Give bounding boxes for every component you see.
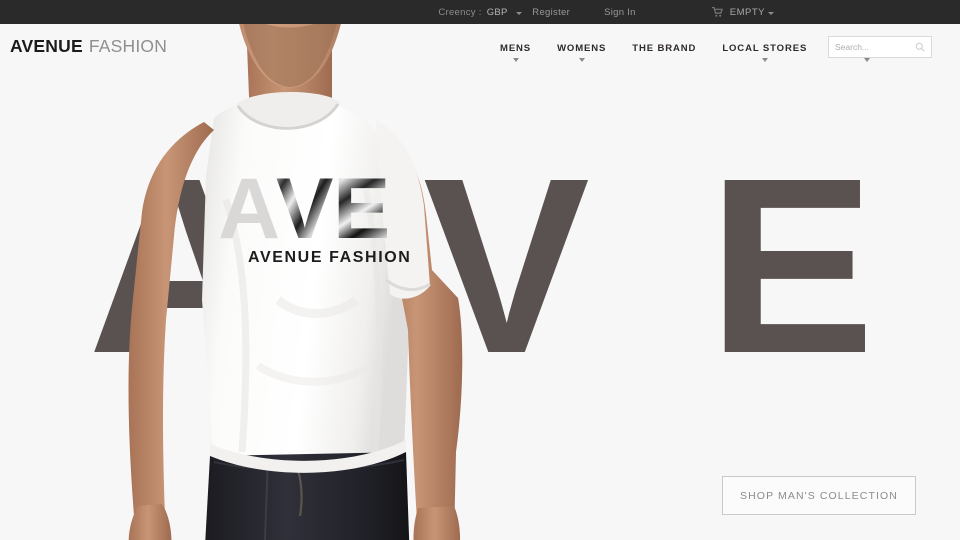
search-box[interactable] — [828, 36, 932, 58]
currency-label: Creency : — [438, 6, 482, 18]
top-right-links: Register Sign In EMPTY — [532, 0, 960, 24]
cart-widget[interactable]: EMPTY — [711, 6, 774, 18]
nav-item-mens[interactable]: MENS — [500, 43, 531, 62]
nav-label: WOMENS — [557, 43, 607, 54]
tshirt-letter-v: V — [276, 161, 335, 257]
nav-item-the-brand[interactable]: THE BRAND — [632, 43, 696, 62]
page-root: Creency : GBP Register Sign In EMPTY A V… — [0, 0, 960, 540]
shop-collection-label: SHOP MAN'S COLLECTION — [740, 489, 898, 502]
big-letter-e: E — [708, 170, 875, 380]
chevron-down-icon — [761, 58, 768, 62]
tshirt-letter-a: A — [218, 161, 282, 257]
chevron-down-icon — [515, 11, 522, 15]
signin-link[interactable]: Sign In — [604, 7, 636, 18]
logo-secondary: FASHION — [88, 36, 168, 56]
tshirt-caption: AVENUE FASHION — [248, 249, 411, 266]
search-icon[interactable] — [915, 42, 925, 52]
currency-value: GBP — [486, 6, 508, 18]
shopping-cart-icon — [711, 7, 723, 17]
hero-model-image: A V E AVENUE FASHION — [118, 24, 468, 540]
chevron-down-icon — [578, 58, 585, 62]
nav-label: MENS — [500, 43, 532, 54]
nav-label: THE BRAND — [632, 43, 697, 54]
logo-primary: AVENUE — [10, 36, 83, 56]
register-link[interactable]: Register — [532, 7, 570, 18]
chevron-down-icon — [512, 58, 519, 62]
tshirt-letter-e: E — [333, 161, 390, 257]
tshirt-graphic: A V E AVENUE FASHION — [218, 161, 411, 266]
site-header: AVENUE FASHION MENS WOMENS THE BRAND LOCA… — [0, 24, 960, 76]
hero-banner: A V E A V E AVENUE FASHION SHOP MAN'S CO… — [0, 24, 960, 540]
site-logo[interactable]: AVENUE FASHION — [10, 36, 167, 57]
chevron-down-icon — [863, 58, 870, 62]
nav-item-local-stores[interactable]: LOCAL STORES — [722, 43, 807, 62]
shop-collection-button[interactable]: SHOP MAN'S COLLECTION — [722, 476, 916, 515]
nav-label: LOCAL STORES — [722, 43, 808, 54]
search-input[interactable] — [835, 38, 915, 56]
model-illustration: A V E AVENUE FASHION — [128, 24, 463, 540]
top-utility-bar: Creency : GBP Register Sign In EMPTY — [0, 0, 960, 24]
nav-item-womens[interactable]: WOMENS — [557, 43, 606, 62]
chevron-down-icon — [768, 11, 774, 15]
cart-status: EMPTY — [729, 6, 765, 18]
